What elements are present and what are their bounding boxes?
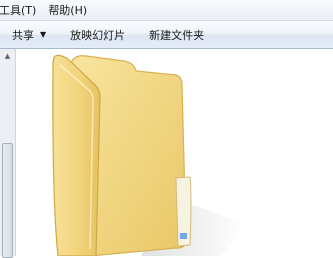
new-folder-button[interactable]: 新建文件夹 (149, 27, 204, 43)
file-view (16, 49, 333, 256)
folder-front (52, 54, 101, 256)
menu-bar: 工具(T) 帮助(H) (0, 0, 333, 21)
folder-icon[interactable] (16, 49, 333, 256)
scroll-up-arrow-icon[interactable]: ▲ (0, 49, 15, 63)
slideshow-button[interactable]: 放映幻灯片 (70, 27, 125, 43)
menu-help[interactable]: 帮助(H) (48, 2, 87, 18)
share-label: 共享 (12, 28, 34, 42)
chevron-down-icon: ▼ (40, 30, 47, 39)
new-folder-label: 新建文件夹 (149, 28, 205, 42)
command-toolbar: 共享 ▼ 放映幻灯片 新建文件夹 (0, 21, 333, 49)
scroll-thumb[interactable] (2, 143, 13, 258)
share-button[interactable]: 共享 ▼ (12, 27, 46, 43)
folder-label-mark (180, 233, 187, 239)
menu-tools[interactable]: 工具(T) (0, 2, 36, 18)
vertical-scrollbar[interactable]: ▲ (0, 49, 16, 258)
slideshow-label: 放映幻灯片 (70, 28, 126, 42)
